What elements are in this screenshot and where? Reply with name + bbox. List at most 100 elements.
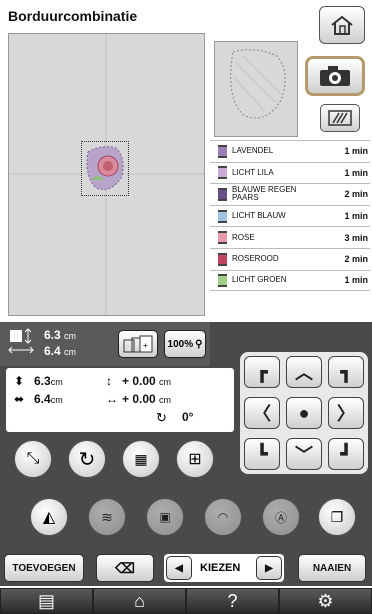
rotate-icon: ↻	[78, 448, 96, 471]
thread-time: 1 min	[344, 275, 368, 286]
text-edit-icon: Ⓐ	[274, 510, 287, 525]
text-edit-button[interactable]: Ⓐ	[262, 498, 300, 536]
page-button[interactable]: ▤	[0, 588, 93, 614]
size-bar: 6.3 cm 6.4 cm + 100% ⚲	[0, 322, 210, 366]
move-up-button[interactable]: ︿	[286, 356, 322, 388]
zoom-level: 100%	[167, 338, 194, 350]
position-info: ⬍ 6.3cm ⬌ 6.4cm ↕ + 0.00 cm ↔ + 0.00 cm …	[6, 368, 234, 432]
size-width: 6.4 cm	[44, 344, 77, 358]
thread-spool-icon	[218, 144, 227, 158]
triangle-right-icon: ▶	[265, 562, 273, 574]
camera-button[interactable]	[305, 56, 365, 96]
help-label: ?	[227, 590, 238, 611]
move-up-right-button[interactable]: ┓	[328, 356, 364, 388]
center-dot-icon: ●	[298, 402, 310, 423]
move-down-right-button[interactable]: ┛	[328, 438, 364, 470]
angle-value: 0°	[182, 410, 194, 424]
add-button[interactable]: TOEVOEGEN	[4, 554, 84, 582]
array-button[interactable]: ▦	[122, 440, 160, 478]
move-right-button[interactable]: 〉	[328, 397, 364, 429]
delete-button[interactable]: ⌫	[96, 554, 154, 582]
select-next-button[interactable]: ▶	[256, 556, 282, 580]
density-button[interactable]: ≋	[88, 498, 126, 536]
corner-down-right-icon: ┛	[340, 443, 352, 464]
footer-bar: ▤ ⌂ ? ⚙	[0, 588, 372, 614]
move-down-button[interactable]: ﹀	[286, 438, 322, 470]
sewing-machine-icon: ⌂	[134, 590, 145, 611]
thread-spool-icon	[218, 252, 227, 266]
spacing-button[interactable]: ▣	[146, 498, 184, 536]
control-panel: 6.3 cm 6.4 cm + 100% ⚲ ⬍ 6.3cm ⬌ 6.4cm ↕ …	[0, 322, 372, 586]
resize-button[interactable]: ⤡	[14, 440, 52, 478]
list-item[interactable]: LICHT BLAUW 1 min	[210, 204, 370, 227]
resize-icon: ⤡	[26, 450, 40, 467]
thread-name: BLAUWE REGEN PAARS	[232, 185, 297, 203]
camera-icon	[320, 66, 350, 86]
info-width: 6.4cm	[34, 392, 63, 406]
list-item[interactable]: ROSE 3 min	[210, 226, 370, 248]
mirror-button[interactable]: ◭	[30, 498, 68, 536]
select-previous-button[interactable]: ◀	[166, 556, 192, 580]
thread-spool-icon	[218, 166, 227, 180]
design-frame[interactable]	[81, 141, 129, 196]
arc-text-icon: ◠	[217, 510, 229, 524]
chevron-right-icon: 〉	[337, 404, 355, 424]
center-button[interactable]: ●	[286, 397, 322, 429]
triangle-left-icon: ◀	[175, 562, 183, 574]
list-item[interactable]: LICHT LILA 1 min	[210, 161, 370, 184]
offset-y: + 0.00 cm	[122, 374, 172, 388]
width-icon: ⬌	[14, 392, 25, 406]
density-icon: ≋	[101, 508, 113, 525]
corner-down-left-icon: ┗	[256, 443, 268, 464]
thread-time: 1 min	[344, 167, 368, 178]
help-button[interactable]: ?	[186, 588, 279, 614]
move-down-left-button[interactable]: ┗	[244, 438, 280, 470]
horizontal-offset-icon: ↔	[106, 392, 118, 406]
thread-name: LAVENDEL	[232, 146, 274, 156]
sew-button[interactable]: NAAIEN	[298, 554, 366, 582]
embroidery-canvas[interactable]	[8, 33, 205, 316]
thread-name: LICHT GROEN	[232, 275, 287, 285]
thread-time: 1 min	[344, 211, 368, 222]
background-scan-button[interactable]	[320, 104, 360, 132]
multi-select-button[interactable]: ⊞	[176, 440, 214, 478]
grid-icon: ⊞	[188, 451, 202, 468]
eraser-icon: ⌫	[115, 559, 135, 576]
settings-button[interactable]: ⚙	[279, 588, 372, 614]
home-icon	[331, 15, 353, 35]
corner-up-right-icon: ┓	[340, 361, 352, 382]
preview-outline-icon	[230, 49, 286, 119]
thread-name: LICHT BLAUW	[232, 211, 286, 221]
hoop-size-icon: +	[123, 335, 153, 353]
sew-label: NAAIEN	[312, 562, 352, 574]
document-icon: ▤	[37, 590, 55, 611]
list-item[interactable]: ROSEROOD 2 min	[210, 247, 370, 270]
move-left-button[interactable]: 〈	[244, 397, 280, 429]
thread-name: ROSE	[232, 232, 255, 242]
hoop-select-button[interactable]: +	[118, 330, 158, 358]
list-item[interactable]: LICHT GROEN 1 min	[210, 269, 370, 292]
rotate-angle-icon: ↻	[156, 410, 167, 425]
thread-color-list[interactable]: LAVENDEL 1 min LICHT LILA 1 min BLAUWE REG…	[210, 140, 370, 292]
height-icon: ⬍	[14, 374, 25, 388]
arc-text-button[interactable]: ◠	[204, 498, 242, 536]
home-button[interactable]	[319, 6, 365, 44]
chevron-down-icon: ﹀	[295, 445, 313, 465]
move-up-left-button[interactable]: ┏	[244, 356, 280, 388]
rose-design-icon	[86, 146, 124, 190]
magnifier-icon: ⚲	[195, 338, 203, 350]
add-label: TOEVOEGEN	[12, 562, 76, 574]
letter-spacing-icon: ▣	[159, 510, 171, 524]
scan-icon	[328, 110, 352, 126]
zoom-button[interactable]: 100% ⚲	[164, 330, 206, 358]
list-item[interactable]: LAVENDEL 1 min	[210, 140, 370, 162]
thread-spool-icon	[218, 273, 227, 287]
border-button[interactable]: ❐	[318, 498, 356, 536]
thread-spool-icon	[218, 187, 227, 201]
machine-button[interactable]: ⌂	[93, 588, 186, 614]
corner-up-left-icon: ┏	[256, 361, 268, 382]
rotate-button[interactable]: ↻	[68, 440, 106, 478]
chevron-up-icon: ︿	[295, 363, 313, 383]
pattern-preview	[214, 41, 298, 137]
list-item[interactable]: BLAUWE REGEN PAARS 2 min	[210, 183, 370, 205]
